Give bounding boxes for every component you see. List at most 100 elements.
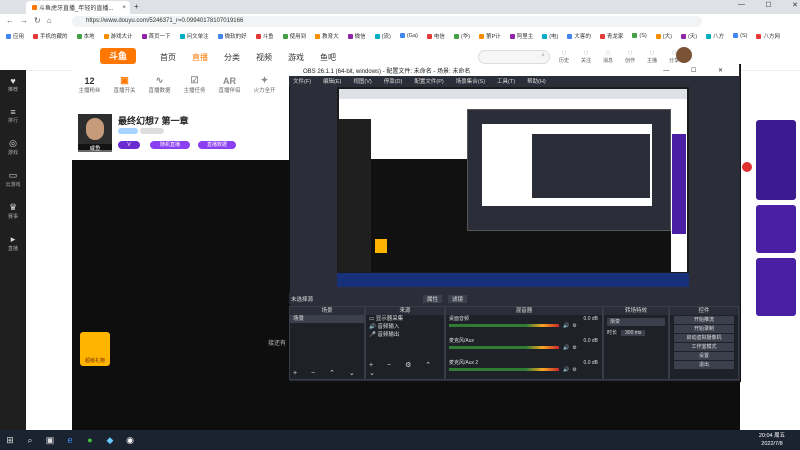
top-icon-item[interactable]: ◌ 历史	[553, 48, 575, 64]
nav-item-2[interactable]: 分类	[224, 52, 240, 63]
mixer-gear-icon[interactable]: ⚙	[572, 323, 576, 329]
bookmark-item[interactable]: 应用	[6, 32, 24, 40]
chrome-browser-icon[interactable]: ●	[80, 430, 100, 450]
bookmark-item[interactable]: 八方网	[756, 32, 780, 40]
source-toolbar[interactable]: + − ⚙ ⌃ ⌄	[369, 361, 444, 377]
promo-banner-3[interactable]	[756, 258, 796, 316]
bookmark-item[interactable]: 第P计	[479, 32, 501, 40]
reload-icon[interactable]: ↻	[34, 16, 47, 25]
bookmark-item[interactable]: 青龙家	[599, 32, 623, 40]
bookmark-item[interactable]: (S)	[733, 33, 747, 39]
room-stat[interactable]: ∿ 直播数据	[142, 75, 177, 94]
top-icon-item[interactable]: ◌ 消息	[597, 48, 619, 64]
bookmark-item[interactable]: 电信	[426, 32, 445, 40]
bookmark-item[interactable]: 首页一下	[141, 32, 171, 40]
source-item-display[interactable]: ▭ 显示器采集	[366, 315, 444, 323]
bookmark-item[interactable]: (流)	[374, 32, 391, 40]
obs-menu-item[interactable]: 编辑(E)	[323, 77, 341, 85]
speaker-icon[interactable]: 🔊	[563, 323, 569, 329]
vip-badge[interactable]: V	[118, 141, 140, 149]
bookmark-item[interactable]: 教育大	[315, 32, 339, 40]
properties-button[interactable]: 属性	[423, 294, 443, 303]
forward-icon[interactable]: →	[20, 16, 34, 25]
room-stat[interactable]: ☑ 主播任务	[177, 75, 212, 94]
bookmark-item[interactable]: 微软的好	[217, 32, 247, 40]
bookmark-item[interactable]: 八方	[706, 32, 724, 40]
bookmark-item[interactable]: 游戏大计	[103, 32, 133, 40]
obs-menu-item[interactable]: 视图(V)	[353, 77, 371, 85]
bookmark-item[interactable]: (电)	[542, 32, 558, 40]
nav-item-1[interactable]: 直播	[192, 52, 208, 63]
bookmark-item[interactable]: 本地	[76, 32, 95, 40]
obs-icon[interactable]: ◉	[120, 430, 140, 450]
control-button-2[interactable]: 启动虚拟摄像机	[674, 334, 734, 342]
bookmark-item[interactable]: 手机的藏的	[33, 32, 68, 40]
avatar[interactable]	[676, 47, 692, 63]
promo-banner-1[interactable]	[756, 120, 796, 200]
obs-preview[interactable]	[337, 87, 689, 287]
nav-item-5[interactable]: 鱼吧	[320, 52, 336, 63]
transition-select[interactable]: 渐变	[607, 318, 665, 326]
bookmark-item[interactable]: (S)	[632, 33, 647, 39]
room-stat[interactable]: ▣ 直播开关	[107, 75, 142, 94]
taskbar-clock[interactable]: 20:04 周五 2022/7/8	[752, 432, 792, 448]
bookmark-item[interactable]: 问文单注	[179, 32, 209, 40]
sidebar-item[interactable]: ≡ 排行	[0, 107, 26, 124]
close-icon[interactable]: ✕	[792, 1, 798, 9]
room-stat[interactable]: AR 直播伴侣	[212, 76, 247, 94]
tag-button-1[interactable]: 随机直播	[150, 141, 190, 149]
browser-tab[interactable]: 斗鱼虎牙直播_年轻的直播... ×	[26, 1, 130, 14]
sidebar-item[interactable]: ▸ 直播	[0, 234, 26, 252]
control-button-0[interactable]: 开始推流	[674, 316, 734, 324]
source-item-audio-in[interactable]: 🔊 音频输入	[366, 323, 444, 331]
sidebar-item[interactable]: ♛ 赛事	[0, 202, 26, 220]
bookmark-item[interactable]: 使用到	[282, 32, 306, 40]
sidebar-item[interactable]: ◎ 游戏	[0, 138, 26, 156]
bookmark-item[interactable]: 阿里主	[509, 32, 533, 40]
search-icon[interactable]: ⌕	[20, 430, 40, 450]
back-icon[interactable]: ←	[6, 16, 20, 25]
sidebar-item[interactable]: ♥ 推荐	[0, 76, 26, 93]
obs-menu-item[interactable]: 工具(T)	[497, 77, 515, 85]
new-tab-icon[interactable]: +	[134, 2, 139, 11]
source-item-audio-out[interactable]: 🎤 音频输出	[366, 331, 444, 339]
obs-menu-item[interactable]: 文件(F)	[293, 77, 311, 85]
mixer-gear-icon[interactable]: ⚙	[572, 345, 576, 351]
obs-menu-item[interactable]: 配置文件(P)	[414, 77, 443, 85]
bookmark-item[interactable]: 微信	[347, 32, 366, 40]
top-icon-item[interactable]: ◌ 主播	[641, 48, 663, 64]
search-icon[interactable]: ⌕	[541, 52, 545, 60]
bookmark-item[interactable]: (大)	[655, 32, 672, 40]
obs-menu-item[interactable]: 停靠(D)	[384, 77, 403, 85]
speaker-icon[interactable]: 🔊	[563, 367, 569, 373]
home-icon[interactable]: ⌂	[47, 16, 58, 25]
nav-item-3[interactable]: 视频	[256, 52, 272, 63]
top-icon-item[interactable]: ◌ 创作	[619, 48, 641, 64]
duration-input[interactable]: 300 ms	[621, 329, 646, 336]
scene-item[interactable]: 场景	[290, 315, 364, 323]
bookmark-item[interactable]: (Ga)	[399, 33, 418, 39]
obs-window-controls[interactable]: — ☐ ✕	[663, 67, 733, 74]
minimize-icon[interactable]: —	[738, 1, 745, 9]
control-button-3[interactable]: 工作室模式	[674, 343, 734, 351]
obs-menu-item[interactable]: 帮助(H)	[527, 77, 546, 85]
filters-button[interactable]: 滤镜	[448, 294, 468, 303]
windows-start-icon[interactable]: ⊞	[0, 430, 20, 450]
nav-item-4[interactable]: 游戏	[288, 52, 304, 63]
control-button-1[interactable]: 开始录制	[674, 325, 734, 333]
bookmark-item[interactable]: 斗鱼	[255, 32, 274, 40]
task-view-icon[interactable]: ▣	[40, 430, 60, 450]
close-tab-icon[interactable]: ×	[122, 5, 126, 11]
control-button-5[interactable]: 退出	[674, 361, 734, 369]
nav-item-0[interactable]: 首页	[160, 52, 176, 63]
gift-box[interactable]: 超级礼物	[80, 332, 110, 366]
bookmark-item[interactable]: (华)	[453, 32, 470, 40]
tag-button-2[interactable]: 直播数据	[198, 141, 236, 149]
bookmark-item[interactable]: (天)	[680, 32, 697, 40]
url-input[interactable]: https://www.douyu.com/5246371_r=0.099401…	[72, 16, 702, 27]
promo-banner-2[interactable]	[756, 205, 796, 253]
obs-menu-item[interactable]: 场景集合(S)	[456, 77, 485, 85]
search-input[interactable]: ⌕	[478, 50, 550, 64]
edge-browser-icon[interactable]: e	[60, 430, 80, 450]
sidebar-item[interactable]: ▭ 云游戏	[0, 170, 26, 188]
